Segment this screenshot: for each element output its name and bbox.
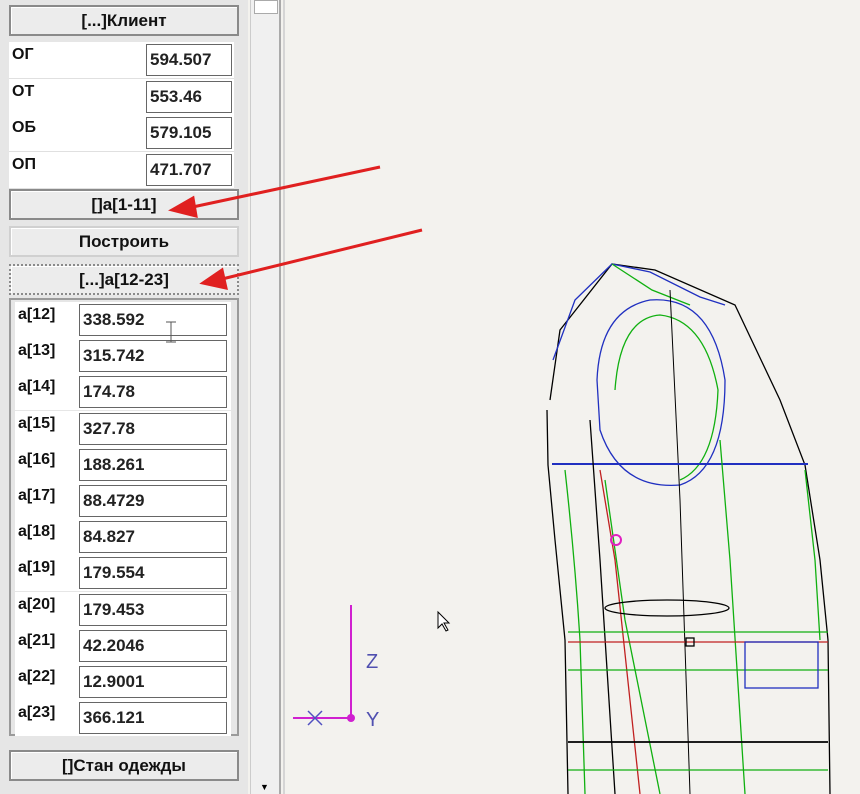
y-axis-label: Y bbox=[366, 709, 379, 731]
red-arrow-2 bbox=[217, 228, 423, 282]
drawing-canvas[interactable]: Z Y bbox=[0, 0, 860, 794]
text-cursor-icon bbox=[166, 321, 176, 343]
z-axis-label: Z bbox=[366, 651, 378, 673]
axis-gizmo: Z Y bbox=[293, 605, 379, 731]
garment-model bbox=[546, 263, 831, 794]
annotation-arrows bbox=[168, 165, 423, 290]
mouse-cursor-icon bbox=[437, 610, 451, 632]
origin-point bbox=[347, 714, 355, 722]
red-arrow-1 bbox=[187, 165, 381, 210]
marker-point bbox=[610, 534, 622, 546]
